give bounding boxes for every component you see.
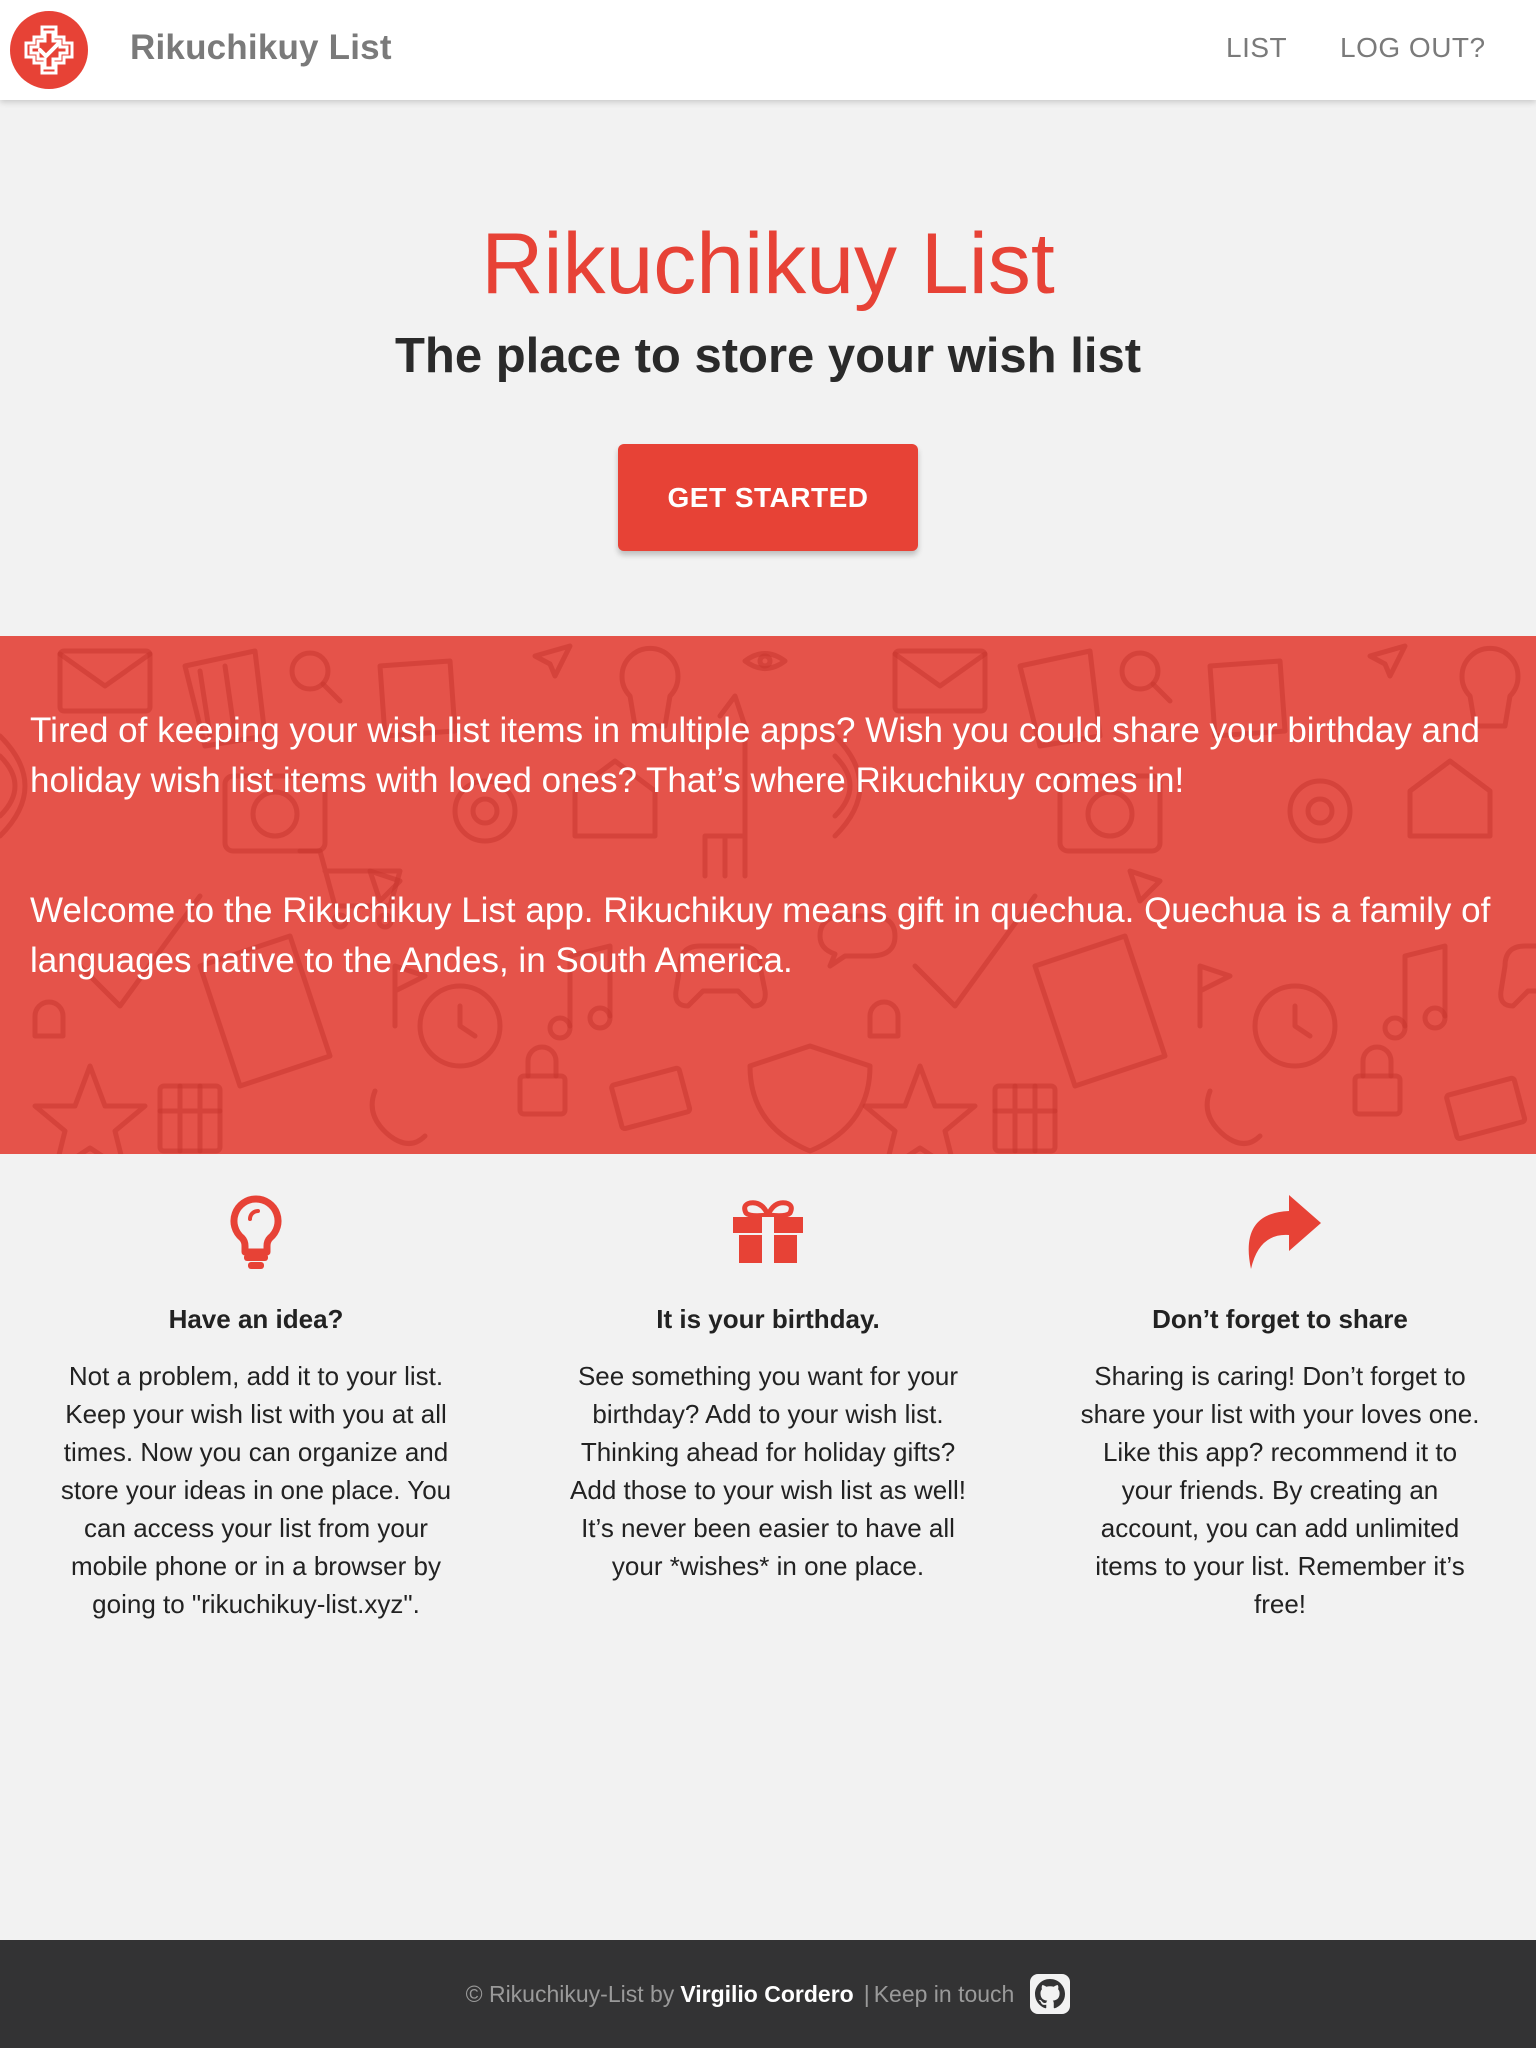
feature-title: It is your birthday. — [656, 1304, 880, 1334]
nav-link-list[interactable]: LIST — [1226, 32, 1287, 64]
logo[interactable] — [10, 11, 88, 89]
feature-title: Don’t forget to share — [1152, 1304, 1408, 1334]
nav-link-logout[interactable]: LOG OUT? — [1340, 32, 1486, 64]
gift-cross-logo-icon — [24, 25, 74, 75]
github-icon — [1035, 1979, 1066, 2009]
hero-subtitle: The place to store your wish list — [394, 329, 1142, 383]
lightbulb-icon — [230, 1195, 282, 1269]
hero-title: Rikuchikuy List — [481, 216, 1055, 312]
feature-share: Don’t forget to share Sharing is caring!… — [1080, 1190, 1480, 1623]
feature-idea: Have an idea? Not a problem, add it to y… — [56, 1190, 456, 1623]
feature-text: Sharing is caring! Don’t forget to share… — [1080, 1361, 1480, 1619]
brand-title[interactable]: Rikuchikuy List — [130, 28, 392, 68]
get-started-button[interactable]: GET STARTED — [618, 444, 918, 551]
footer-keep-in-touch: Keep in touch — [873, 1980, 1015, 2007]
footer-separator: | — [863, 1980, 870, 2007]
github-link[interactable] — [1030, 1974, 1071, 2014]
share-arrow-icon — [1248, 1195, 1321, 1269]
footer-copyright: © Rikuchikuy-List by — [465, 1980, 675, 2007]
feature-birthday: It is your birthday. See something you w… — [568, 1190, 968, 1585]
feature-text: Not a problem, add it to your list. Keep… — [60, 1361, 452, 1619]
gift-icon — [733, 1200, 803, 1263]
intro-band: Tired of keeping your wish list items in… — [0, 636, 1536, 1154]
feature-title: Have an idea? — [168, 1304, 344, 1334]
footer-author-link[interactable]: Virgilio Cordero — [680, 1981, 853, 2008]
intro-paragraph-1: Tired of keeping your wish list items in… — [30, 711, 1480, 800]
navbar: Rikuchikuy List LIST LOG OUT? — [0, 0, 1536, 100]
intro-paragraph-2: Welcome to the Rikuchikuy List app. Riku… — [30, 891, 1491, 980]
feature-text: See something you want for your birthday… — [570, 1361, 966, 1581]
footer: © Rikuchikuy-List by Virgilio Cordero | … — [0, 1940, 1536, 2048]
